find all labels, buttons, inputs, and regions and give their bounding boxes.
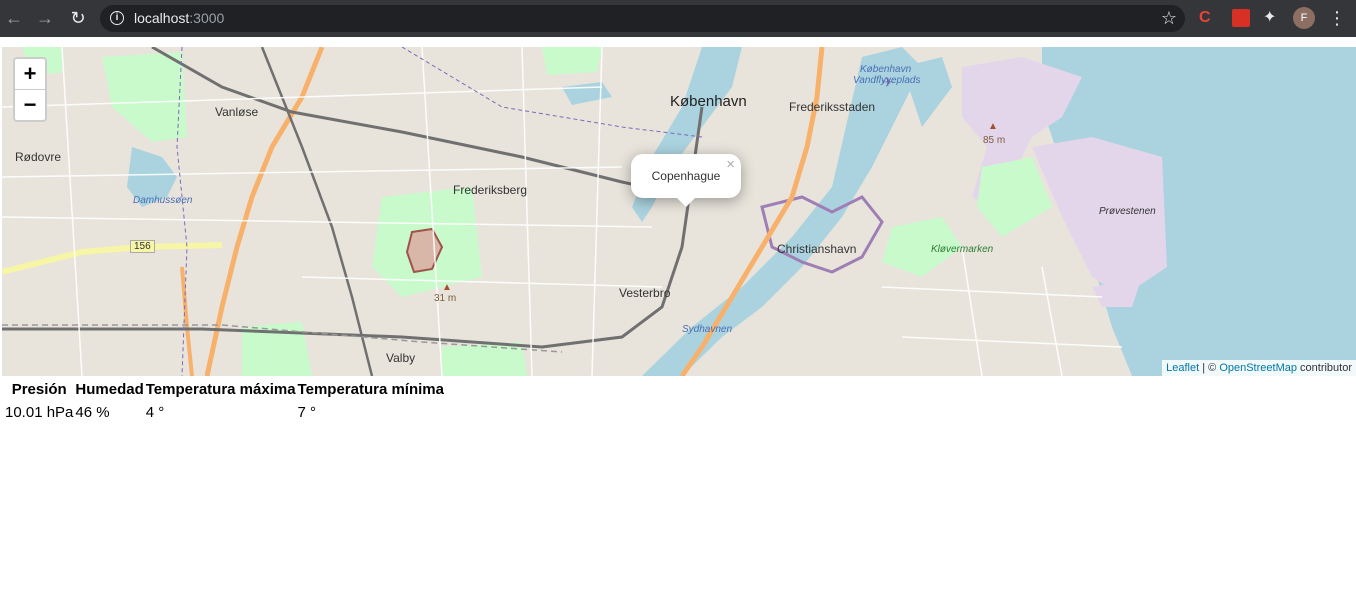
table-header-row: Presión Humedad Temperatura máxima Tempe… bbox=[4, 380, 445, 404]
browser-toolbar: ← → ↻ i localhost:3000 ☆ C ✦ F ⋮ bbox=[0, 0, 1356, 37]
extension-c-icon[interactable]: C bbox=[1199, 9, 1217, 27]
popup-text: Copenhague bbox=[651, 169, 721, 183]
place-label-vandflyveplads-1: København bbox=[860, 64, 912, 75]
forward-icon[interactable]: → bbox=[35, 8, 55, 28]
place-label-vesterbro: Vesterbro bbox=[619, 286, 671, 300]
header-temp-max: Temperatura máxima bbox=[145, 381, 296, 398]
map-popup: Copenhague × bbox=[631, 154, 741, 207]
road-shield-156: 156 bbox=[130, 240, 155, 253]
place-label-frederiksstaden: Frederiksstaden bbox=[789, 100, 876, 114]
place-label-sydhavnen: Sydhavnen bbox=[682, 324, 733, 335]
profile-avatar[interactable]: F bbox=[1293, 7, 1315, 29]
place-label-frederiksberg: Frederiksberg bbox=[453, 183, 528, 197]
cell-humedad: 46 % bbox=[75, 404, 110, 421]
header-humedad: Humedad bbox=[75, 381, 144, 398]
bookmark-star-icon[interactable]: ☆ bbox=[1161, 8, 1177, 29]
reload-icon[interactable]: ↻ bbox=[68, 8, 88, 28]
table-row: 10.01 hPa 46 % 4 ° 7 ° bbox=[4, 404, 445, 421]
browser-menu-icon[interactable]: ⋮ bbox=[1328, 8, 1346, 28]
weather-table: Presión Humedad Temperatura máxima Tempe… bbox=[4, 380, 445, 421]
site-info-icon[interactable]: i bbox=[110, 11, 124, 25]
popup-close-button[interactable]: × bbox=[726, 156, 735, 173]
cell-temp-max: 4 ° bbox=[145, 404, 165, 421]
url-port: :3000 bbox=[189, 10, 225, 26]
place-label-klovermarken: Kløvermarken bbox=[931, 244, 994, 255]
cell-presion: 10.01 hPa bbox=[5, 404, 74, 421]
popup-tip bbox=[677, 198, 695, 207]
place-label-rodovre: Rødovre bbox=[15, 150, 62, 164]
svg-text:▲: ▲ bbox=[988, 121, 998, 132]
header-presion: Presión bbox=[11, 381, 67, 398]
place-label-valby: Valby bbox=[386, 351, 416, 365]
attribution-contrib: contributor bbox=[1296, 362, 1352, 374]
osm-link[interactable]: OpenStreetMap bbox=[1219, 362, 1297, 374]
address-bar[interactable]: i localhost:3000 ☆ bbox=[100, 5, 1185, 32]
svg-text:▲: ▲ bbox=[442, 282, 452, 293]
map-attribution: Leaflet | © OpenStreetMap contributor bbox=[1162, 360, 1356, 376]
zoom-control: + − bbox=[13, 57, 47, 122]
header-temp-min: Temperatura mínima bbox=[297, 381, 444, 398]
cell-temp-min: 7 ° bbox=[297, 404, 317, 421]
place-label-damhussoen: Damhussøen bbox=[133, 195, 193, 206]
url-host: localhost bbox=[134, 10, 190, 26]
place-label-christianshavn: Christianshavn bbox=[777, 242, 857, 256]
leaflet-link[interactable]: Leaflet bbox=[1166, 362, 1199, 374]
url-text[interactable]: localhost:3000 bbox=[134, 10, 224, 26]
extension-red-icon[interactable] bbox=[1232, 9, 1250, 27]
place-label-kobenhavn: København bbox=[670, 93, 747, 110]
elevation-label-31: 31 m bbox=[434, 293, 457, 304]
zoom-in-button[interactable]: + bbox=[15, 59, 45, 90]
place-label-vandflyveplads-2: Vandflyveplads bbox=[853, 75, 921, 86]
extensions-puzzle-icon[interactable]: ✦ bbox=[1263, 9, 1281, 27]
zoom-out-button[interactable]: − bbox=[15, 90, 45, 120]
page-top-margin bbox=[0, 37, 1356, 47]
attribution-separator: | © bbox=[1199, 362, 1220, 374]
place-label-vanlose: Vanløse bbox=[215, 105, 259, 119]
map[interactable]: ✈ ▲ ▲ + − København Frederiksstaden Vanl… bbox=[2, 47, 1356, 376]
back-icon[interactable]: ← bbox=[4, 8, 24, 28]
place-label-provestenen: Prøvestenen bbox=[1099, 206, 1156, 217]
elevation-label-85: 85 m bbox=[983, 135, 1006, 146]
